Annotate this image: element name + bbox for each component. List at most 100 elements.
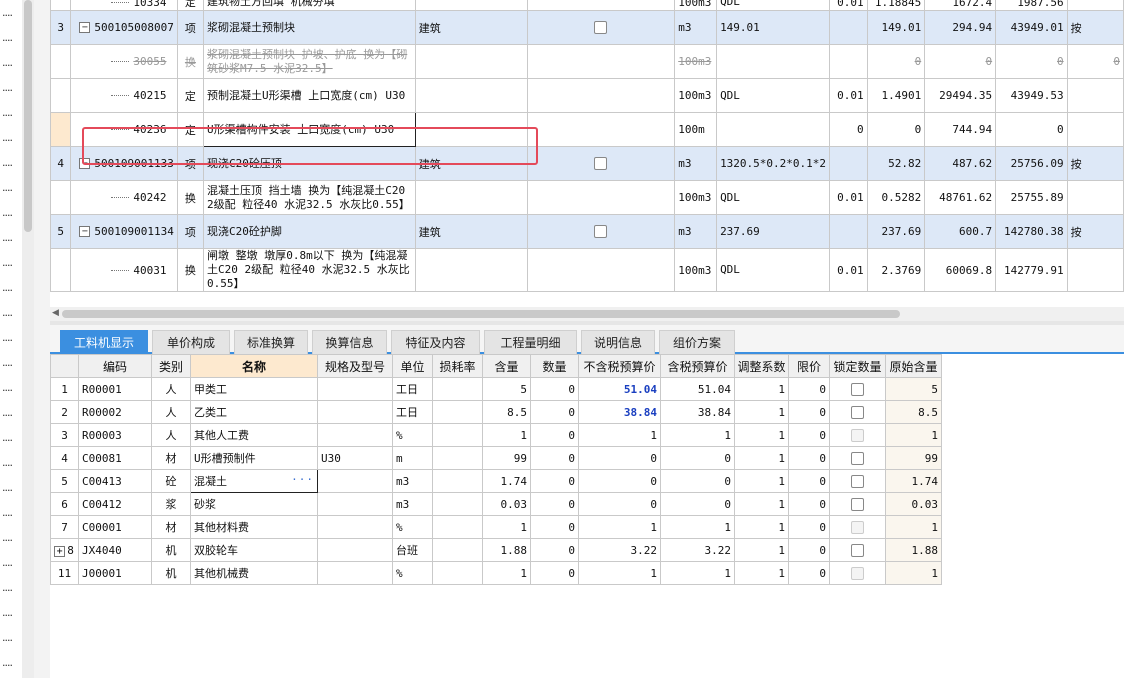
tab-4[interactable]: 换算信息: [312, 330, 387, 354]
left-panel-item[interactable]: ....: [2, 400, 16, 425]
quantity-expression[interactable]: QDL: [716, 78, 831, 113]
column-header[interactable]: 不含税预算价: [578, 354, 661, 378]
resource-row[interactable]: 5 C00413 砼混凝土 ··· m3 1.74 0 0 0 1 0 1.74: [50, 469, 942, 493]
left-panel-item[interactable]: ....: [2, 500, 16, 525]
quantity-expression[interactable]: 1320.5*0.2*0.1*2: [716, 146, 831, 181]
bill-row[interactable]: 10334 定建筑物土方回填 机械夯填 100m3 QDL 0.01 1.18845 167…: [49, 0, 1124, 11]
lock-quantity-checkbox[interactable]: [851, 405, 864, 419]
checkbox-cell[interactable]: [526, 180, 676, 215]
bill-row[interactable]: 40242 换混凝土压顶 挡土墙 换为【纯混凝土C20 2级配 粒径40 水泥32…: [49, 180, 1124, 215]
collapse-icon[interactable]: −: [79, 22, 91, 33]
lock-quantity-cell[interactable]: [829, 515, 886, 539]
lock-quantity-checkbox[interactable]: [851, 497, 864, 511]
left-panel-item[interactable]: ....: [2, 25, 16, 50]
left-panel-item[interactable]: ....: [2, 525, 16, 550]
left-panel-item[interactable]: ....: [2, 150, 16, 175]
quantity-expression[interactable]: QDL: [716, 0, 831, 11]
lock-quantity-cell[interactable]: [829, 400, 886, 424]
lock-quantity-checkbox[interactable]: [851, 428, 864, 442]
content-amount[interactable]: 5: [482, 377, 531, 401]
tax-included-price[interactable]: 1: [660, 515, 735, 539]
left-panel-item[interactable]: ....: [2, 225, 16, 250]
resource-row[interactable]: 3 R00003 人其他人工费% 1 0 1 1 1 0 1: [50, 423, 942, 447]
item-code-cell[interactable]: 40031: [70, 248, 178, 292]
checkbox-cell[interactable]: [526, 44, 676, 79]
quantity-expression[interactable]: [716, 44, 831, 79]
resource-code[interactable]: R00001: [78, 377, 152, 401]
left-panel-item[interactable]: ....: [2, 50, 16, 75]
resource-row[interactable]: 4 C00081 材 U形槽预制件 U30 m 99 0 0 0 1 0 99: [50, 446, 942, 470]
left-panel-item[interactable]: ....: [2, 75, 16, 100]
limit-price[interactable]: 0: [788, 446, 830, 470]
resource-code[interactable]: C00081: [78, 446, 152, 470]
tax-included-price[interactable]: 0: [660, 492, 735, 516]
tax-included-price[interactable]: 3.22: [660, 538, 735, 562]
adjust-factor[interactable]: 1: [734, 561, 789, 585]
quantity-expression[interactable]: [716, 112, 831, 147]
left-panel-item[interactable]: ....: [2, 175, 16, 200]
quantity[interactable]: 0: [530, 515, 579, 539]
left-panel-item[interactable]: ....: [2, 450, 16, 475]
resource-code[interactable]: JX4040: [78, 538, 152, 562]
adjust-factor[interactable]: 1: [734, 377, 789, 401]
column-header[interactable]: 损耗率: [432, 354, 483, 378]
resource-name[interactable]: 双胶轮车: [190, 538, 318, 562]
pre-tax-price[interactable]: 1: [578, 561, 661, 585]
content-amount[interactable]: 1.74: [482, 469, 531, 493]
lock-quantity-checkbox[interactable]: [851, 451, 864, 465]
lock-quantity-cell[interactable]: [829, 446, 886, 470]
expand-icon[interactable]: +: [54, 545, 66, 557]
loss-rate[interactable]: [432, 538, 483, 562]
loss-rate[interactable]: [432, 492, 483, 516]
resource-spec[interactable]: [317, 423, 393, 447]
resource-name[interactable]: 乙类工: [190, 400, 318, 424]
resource-code[interactable]: J00001: [78, 561, 152, 585]
tab-5[interactable]: 特征及内容: [391, 330, 480, 354]
item-code-cell[interactable]: 40215: [70, 78, 178, 113]
tab-8[interactable]: 组价方案: [659, 330, 735, 354]
content-amount[interactable]: 1.88: [482, 538, 531, 562]
column-header[interactable]: [50, 354, 79, 378]
lock-quantity-cell[interactable]: [829, 492, 886, 516]
column-header[interactable]: 规格及型号: [317, 354, 393, 378]
lock-quantity-checkbox[interactable]: [851, 543, 864, 557]
left-panel-item[interactable]: ....: [2, 350, 16, 375]
column-header[interactable]: 限价: [788, 354, 830, 378]
bill-row[interactable]: 3−500105008007 项浆砌混凝土预制块 建筑 m3 149.01 149.01 2…: [49, 10, 1124, 45]
loss-rate[interactable]: [432, 515, 483, 539]
content-amount[interactable]: 1: [482, 423, 531, 447]
left-panel-item[interactable]: ....: [2, 300, 16, 325]
quantity[interactable]: 0: [530, 561, 579, 585]
lock-quantity-checkbox[interactable]: [851, 382, 864, 396]
tax-included-price[interactable]: 1: [660, 561, 735, 585]
horizontal-scrollbar[interactable]: ◀: [50, 307, 1124, 321]
loss-rate[interactable]: [432, 423, 483, 447]
checkbox-cell[interactable]: [526, 0, 676, 11]
left-panel-item[interactable]: ....: [2, 550, 16, 575]
content-amount[interactable]: 8.5: [482, 400, 531, 424]
resource-row[interactable]: 2 R00002 人乙类工 工日 8.5 0 38.84 38.84 1 0 8.5: [50, 400, 942, 424]
resource-code[interactable]: R00002: [78, 400, 152, 424]
left-panel-item[interactable]: ....: [2, 275, 16, 300]
bill-row[interactable]: 5−500109001134 项现浇C20砼护脚 建筑 m3 237.69 237.69 6…: [49, 214, 1124, 249]
scrollbar-thumb[interactable]: [24, 0, 32, 232]
quantity[interactable]: 0: [530, 492, 579, 516]
item-name[interactable]: 浆砌混凝土预制块 护坡、护底 换为【砌筑砂浆M7.5 水泥32.5】: [203, 44, 416, 79]
resource-name[interactable]: 其他人工费: [190, 423, 318, 447]
column-header[interactable]: 单位: [392, 354, 433, 378]
resource-name[interactable]: 砂浆: [190, 492, 318, 516]
tab-1[interactable]: 工料机显示: [60, 330, 148, 354]
left-panel-item[interactable]: ....: [2, 475, 16, 500]
tax-included-price[interactable]: 0: [660, 446, 735, 470]
item-name[interactable]: 混凝土压顶 挡土墙 换为【纯混凝土C20 2级配 粒径40 水泥32.5 水灰比…: [203, 180, 416, 215]
resource-name[interactable]: 其他机械费: [190, 561, 318, 585]
item-code-cell[interactable]: −500105008007: [70, 10, 178, 45]
resource-row[interactable]: 1 R00001 人甲类工 工日 5 0 51.04 51.04 1 0 5: [50, 377, 942, 401]
quantity[interactable]: 0: [530, 469, 579, 493]
adjust-factor[interactable]: 1: [734, 492, 789, 516]
loss-rate[interactable]: [432, 377, 483, 401]
bill-row[interactable]: 30055 换浆砌混凝土预制块 护坡、护底 换为【砌筑砂浆M7.5 水泥32.5】…: [49, 44, 1124, 79]
limit-price[interactable]: 0: [788, 561, 830, 585]
column-header[interactable]: 数量: [530, 354, 579, 378]
content-amount[interactable]: 99: [482, 446, 531, 470]
